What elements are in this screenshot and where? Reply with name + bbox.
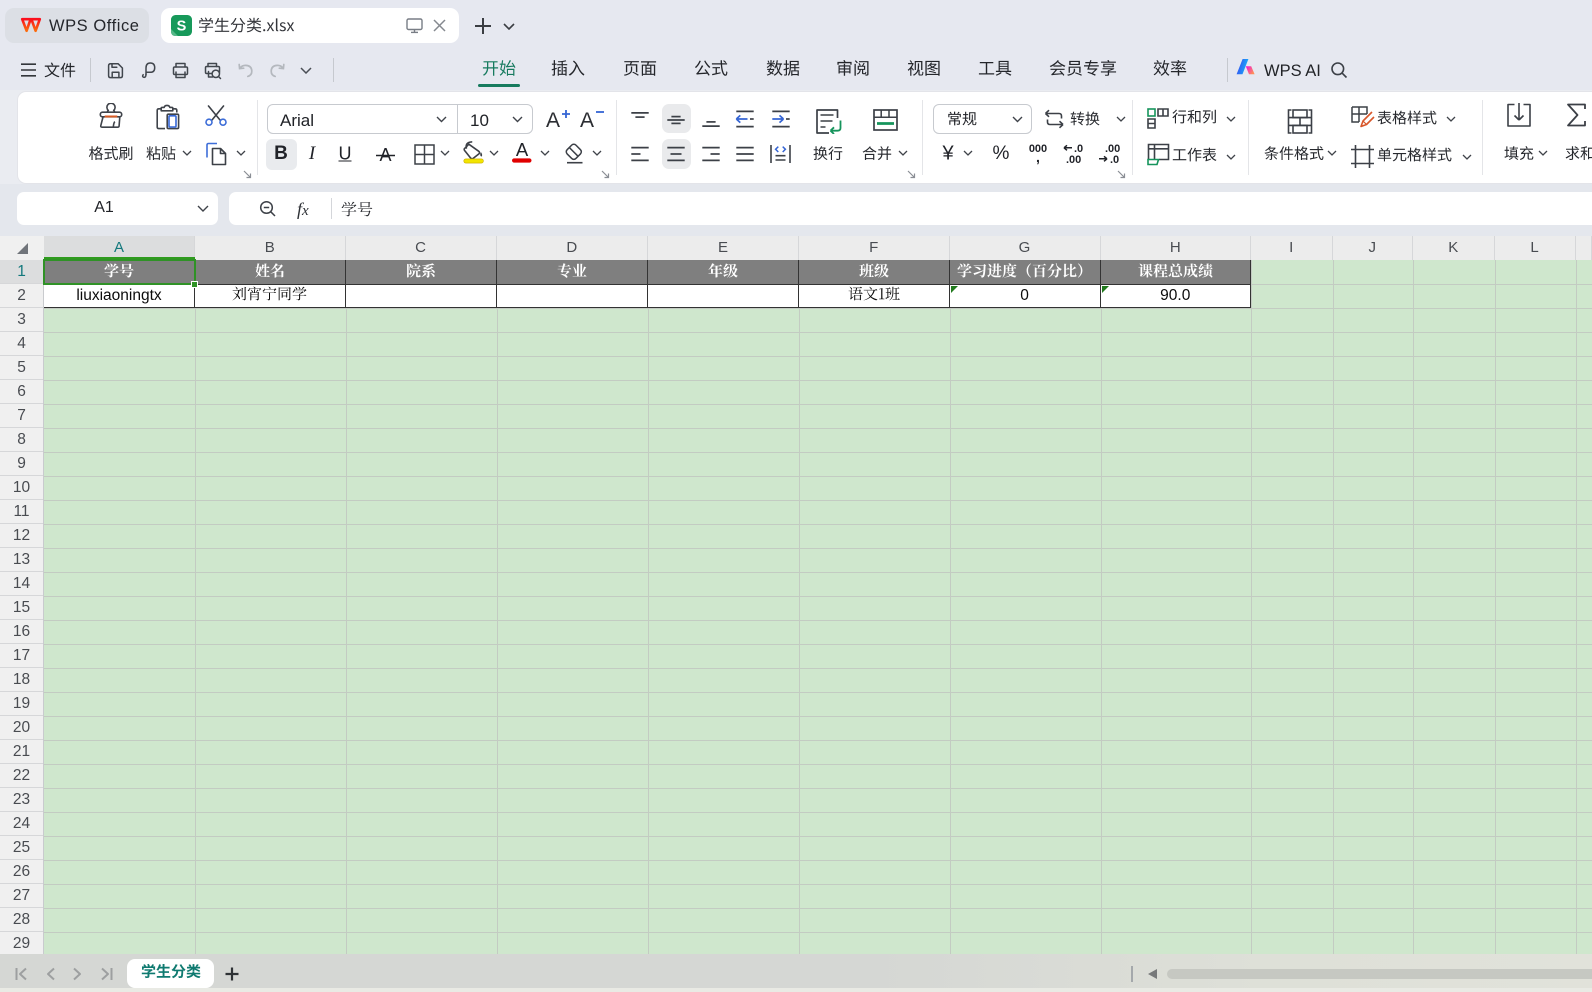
svg-text:.0: .0 bbox=[1110, 154, 1119, 166]
svg-text:.00: .00 bbox=[1066, 154, 1081, 166]
svg-text:A: A bbox=[546, 109, 560, 132]
svg-text:A: A bbox=[516, 139, 529, 160]
svg-text:S: S bbox=[177, 19, 187, 35]
svg-text:,: , bbox=[1036, 149, 1040, 165]
svg-text:A: A bbox=[580, 109, 594, 132]
